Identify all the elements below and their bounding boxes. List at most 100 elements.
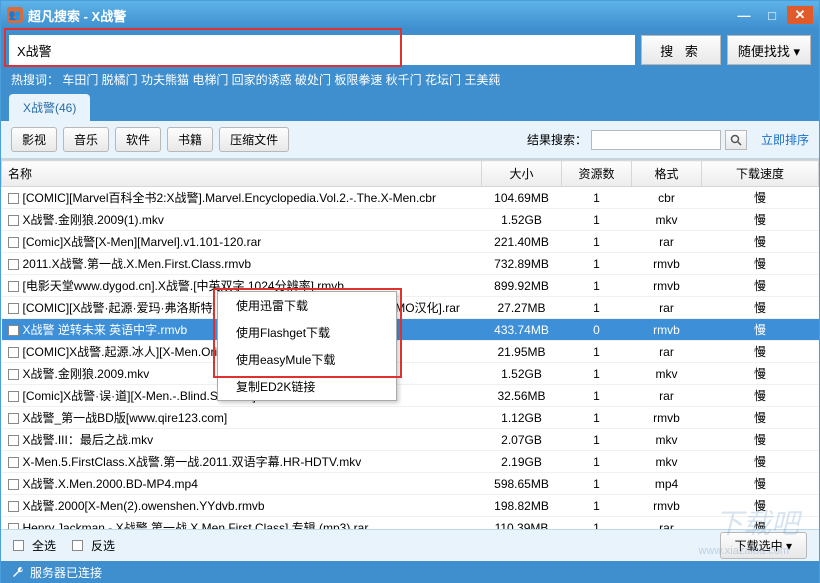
download-selected-button[interactable]: 下载选中 ▾ <box>720 532 807 559</box>
table-row[interactable]: [COMIC][Marvel百科全书2:X战警].Marvel.Encyclop… <box>2 187 819 209</box>
ctx-copy-ed2k[interactable]: 复制ED2K链接 <box>218 373 396 400</box>
result-search-label: 结果搜索： <box>527 131 587 148</box>
cell-size: 110.39MB <box>482 517 562 530</box>
ctx-flashget-download[interactable]: 使用Flashget下载 <box>218 319 396 346</box>
minimize-button[interactable]: — <box>731 6 757 24</box>
row-checkbox[interactable] <box>8 193 19 204</box>
tab-bar: X战警(46) <box>1 94 819 121</box>
results-table-wrap[interactable]: 名称 大小 资源数 格式 下载速度 [COMIC][Marvel百科全书2:X战… <box>1 159 819 529</box>
row-checkbox[interactable] <box>8 303 19 314</box>
cell-sources: 1 <box>562 297 632 319</box>
window-title: 超凡搜索 - X战警 <box>28 6 731 25</box>
search-button[interactable]: 搜 索 <box>641 35 721 65</box>
tab-results[interactable]: X战警(46) <box>9 94 90 121</box>
cell-speed: 慢 <box>702 407 819 429</box>
table-row[interactable]: [Comic]X战警[X-Men][Marvel].v1.101-120.rar… <box>2 231 819 253</box>
cell-sources: 1 <box>562 407 632 429</box>
cell-format: mp4 <box>632 473 702 495</box>
row-checkbox[interactable] <box>8 237 19 248</box>
row-checkbox[interactable] <box>8 457 19 468</box>
select-all[interactable]: 全选 <box>13 537 56 554</box>
cell-name: Henry.Jackman.-.X战警.第一战.X.Men.First.Clas… <box>2 517 482 530</box>
context-menu: 使用迅雷下载 使用Flashget下载 使用easyMule下载 复制ED2K链… <box>217 291 397 401</box>
table-row[interactable]: X战警.III：最后之战.mkv2.07GB1mkv慢 <box>2 429 819 451</box>
row-checkbox[interactable] <box>8 413 19 424</box>
row-checkbox[interactable] <box>8 369 19 380</box>
cell-sources: 1 <box>562 209 632 231</box>
cell-size: 1.52GB <box>482 209 562 231</box>
cell-sources: 1 <box>562 495 632 517</box>
sort-now-link[interactable]: 立即排序 <box>761 131 809 148</box>
cell-name: X战警.X.Men.2000.BD-MP4.mp4 <box>2 473 482 495</box>
filter-books[interactable]: 书籍 <box>167 127 213 152</box>
invert-selection[interactable]: 反选 <box>72 537 115 554</box>
cell-format: rmvb <box>632 253 702 275</box>
result-search-button[interactable] <box>725 130 747 150</box>
table-row[interactable]: X战警.X.Men.2000.BD-MP4.mp4598.65MB1mp4慢 <box>2 473 819 495</box>
cell-format: rar <box>632 341 702 363</box>
col-sources[interactable]: 资源数 <box>562 161 632 187</box>
table-row[interactable]: 2011.X战警.第一战.X.Men.First.Class.rmvb732.8… <box>2 253 819 275</box>
table-row[interactable]: Henry.Jackman.-.X战警.第一战.X.Men.First.Clas… <box>2 517 819 530</box>
col-size[interactable]: 大小 <box>482 161 562 187</box>
cell-name: 2011.X战警.第一战.X.Men.First.Class.rmvb <box>2 253 482 275</box>
cell-speed: 慢 <box>702 473 819 495</box>
table-row[interactable]: X战警_第一战BD版[www.qire123.com]1.12GB1rmvb慢 <box>2 407 819 429</box>
ctx-thunder-download[interactable]: 使用迅雷下载 <box>218 292 396 319</box>
row-checkbox[interactable] <box>8 325 19 336</box>
cell-speed: 慢 <box>702 231 819 253</box>
ctx-easymule-download[interactable]: 使用easyMule下载 <box>218 346 396 373</box>
cell-size: 433.74MB <box>482 319 562 341</box>
result-search-input[interactable] <box>591 130 721 150</box>
table-row[interactable]: X战警.金刚狼.2009(1).mkv1.52GB1mkv慢 <box>2 209 819 231</box>
table-row[interactable]: X-Men.5.FirstClass.X战警.第一战.2011.双语字幕.HR-… <box>2 451 819 473</box>
maximize-button[interactable]: □ <box>759 6 785 24</box>
cell-sources: 1 <box>562 451 632 473</box>
checkbox-icon <box>13 540 24 551</box>
row-checkbox[interactable] <box>8 523 19 529</box>
cell-speed: 慢 <box>702 451 819 473</box>
filter-bar: 影视 音乐 软件 书籍 压缩文件 结果搜索： 立即排序 <box>1 121 819 159</box>
title-bar: 👥 超凡搜索 - X战警 — □ ✕ <box>1 1 819 29</box>
filter-archives[interactable]: 压缩文件 <box>219 127 289 152</box>
row-checkbox[interactable] <box>8 215 19 226</box>
cell-sources: 1 <box>562 187 632 209</box>
cell-sources: 1 <box>562 253 632 275</box>
wrench-icon <box>11 565 25 579</box>
random-search-button[interactable]: 随便找找 ▾ <box>727 35 811 65</box>
row-checkbox[interactable] <box>8 479 19 490</box>
row-checkbox[interactable] <box>8 347 19 358</box>
table-row[interactable]: X战警.2000[X-Men(2).owenshen.YYdvb.rmvb198… <box>2 495 819 517</box>
cell-name: X战警.金刚狼.2009(1).mkv <box>2 209 482 231</box>
table-row[interactable]: [COMIC][X战警·起源·爱玛·弗洛斯特].X-Men.Origins.Em… <box>2 297 819 319</box>
cell-sources: 1 <box>562 231 632 253</box>
result-search: 结果搜索： 立即排序 <box>527 130 809 150</box>
cell-speed: 慢 <box>702 495 819 517</box>
cell-speed: 慢 <box>702 187 819 209</box>
row-checkbox[interactable] <box>8 501 19 512</box>
close-button[interactable]: ✕ <box>787 6 813 24</box>
row-checkbox[interactable] <box>8 391 19 402</box>
cell-sources: 1 <box>562 473 632 495</box>
row-checkbox[interactable] <box>8 435 19 446</box>
filter-software[interactable]: 软件 <box>115 127 161 152</box>
table-row[interactable]: [电影天堂www.dygod.cn].X战警.[中英双字.1024分辨率].rm… <box>2 275 819 297</box>
search-input[interactable] <box>9 35 635 65</box>
filter-music[interactable]: 音乐 <box>63 127 109 152</box>
table-row[interactable]: [Comic]X战警·误·道][X-Men.-.Blind.Science]32… <box>2 385 819 407</box>
cell-size: 21.95MB <box>482 341 562 363</box>
col-name[interactable]: 名称 <box>2 161 482 187</box>
filter-video[interactable]: 影视 <box>11 127 57 152</box>
cell-size: 32.56MB <box>482 385 562 407</box>
cell-sources: 1 <box>562 341 632 363</box>
col-format[interactable]: 格式 <box>632 161 702 187</box>
cell-name: X战警_第一战BD版[www.qire123.com] <box>2 407 482 429</box>
hot-keywords[interactable]: 热搜词： 车田门 脱橘门 功夫熊猫 电梯门 回家的诱惑 破处门 板限拳速 秋千门… <box>1 69 819 94</box>
cell-name: [COMIC][Marvel百科全书2:X战警].Marvel.Encyclop… <box>2 187 482 209</box>
table-row[interactable]: X战警.金刚狼.2009.mkv1.52GB1mkv慢 <box>2 363 819 385</box>
table-row[interactable]: [COMIC]X战警.起源.冰人][X-Men.Origins.Iceman]2… <box>2 341 819 363</box>
row-checkbox[interactable] <box>8 281 19 292</box>
table-row[interactable]: X战警 逆转未来 英语中字.rmvb433.74MB0rmvb慢 <box>2 319 819 341</box>
col-speed[interactable]: 下载速度 <box>702 161 819 187</box>
row-checkbox[interactable] <box>8 259 19 270</box>
